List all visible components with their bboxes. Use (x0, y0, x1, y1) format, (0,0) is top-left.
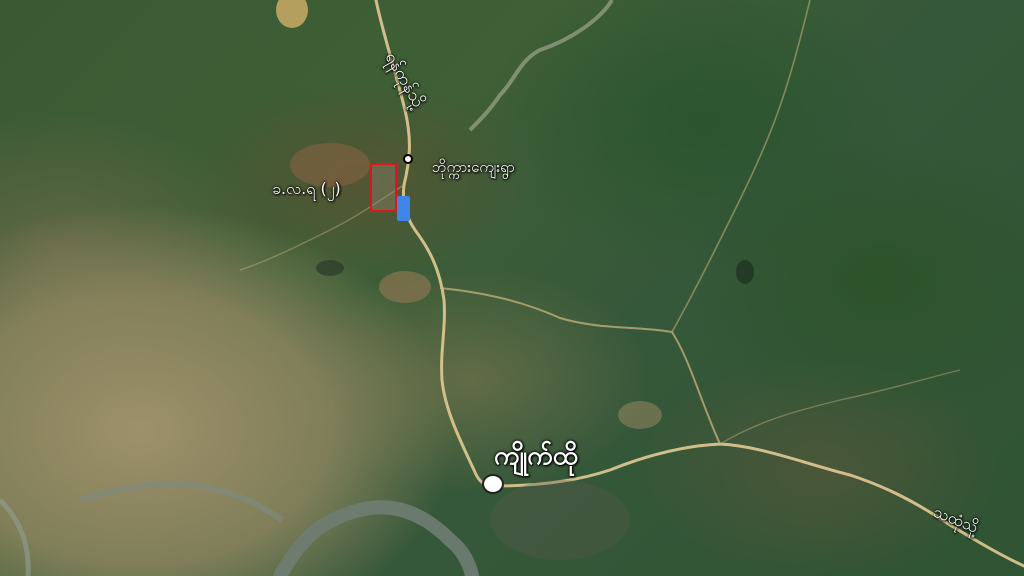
clearing (276, 0, 308, 28)
river (273, 500, 479, 576)
town-dot-icon[interactable] (482, 474, 504, 494)
pond (316, 260, 344, 276)
town-area (490, 480, 630, 560)
lake (736, 260, 754, 284)
site-label: ခ.လ.ရ (၂) (272, 179, 341, 198)
river-branch (79, 480, 284, 523)
target-site-box[interactable] (370, 163, 397, 212)
map-features (0, 0, 1024, 576)
clearing (379, 271, 431, 303)
satellite-map[interactable]: ရန်ကုန်သို့ ဘိုက္ကားကျေးရွာ ခ.လ.ရ (၂) ကျ… (0, 0, 1024, 576)
track-3 (719, 369, 961, 445)
clearing (618, 401, 662, 429)
village-label: ဘိုက္ကားကျေးရွာ (432, 158, 515, 176)
stream-north (468, 0, 614, 132)
town-label: ကျိုက်ထို (494, 441, 578, 471)
track-1 (439, 287, 721, 445)
blue-pin-icon[interactable] (397, 196, 410, 221)
stream (0, 498, 31, 576)
village-dot-icon[interactable] (403, 154, 413, 164)
